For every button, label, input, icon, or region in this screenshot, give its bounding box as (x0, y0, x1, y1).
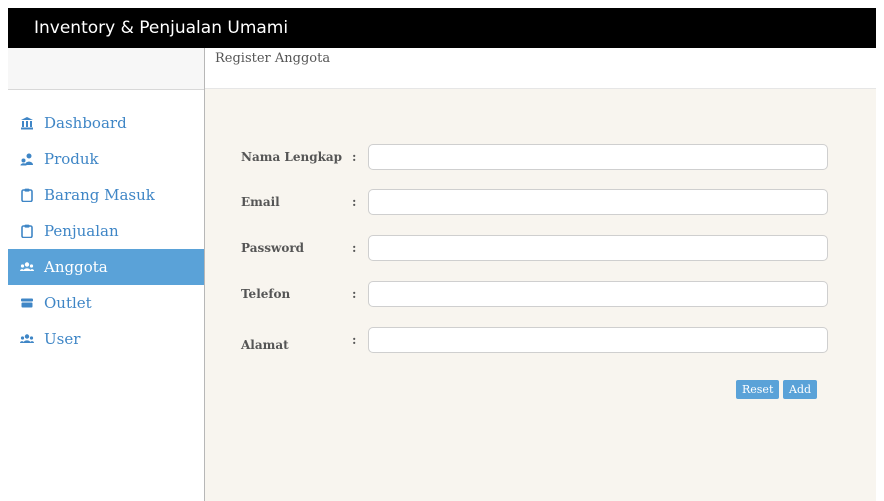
main-header: Register Anggota (205, 48, 876, 89)
field-colon: : (352, 150, 357, 164)
sidebar-item-user[interactable]: User (8, 321, 204, 357)
sidebar-menu: Dashboard Produk Barang Masuk Penjualan … (8, 105, 204, 357)
field-colon: : (352, 333, 357, 347)
sidebar-item-label: Dashboard (44, 114, 127, 132)
nama-lengkap-input[interactable] (368, 144, 828, 170)
form-row-password: Password : (205, 235, 876, 263)
clipboard-icon (18, 187, 36, 203)
field-colon: : (352, 241, 357, 255)
group-icon (18, 331, 36, 347)
field-colon: : (352, 287, 357, 301)
form-row-nama-lengkap: Nama Lengkap : (205, 144, 876, 172)
sidebar-item-label: Produk (44, 150, 99, 168)
sidebar-item-label: User (44, 330, 81, 348)
users-icon (18, 151, 36, 167)
sidebar-item-outlet[interactable]: Outlet (8, 285, 204, 321)
sidebar-item-anggota[interactable]: Anggota (8, 249, 204, 285)
alamat-label: Alamat (241, 338, 289, 352)
sidebar-item-label: Anggota (44, 258, 108, 276)
sidebar-item-label: Barang Masuk (44, 186, 155, 204)
email-label: Email (241, 195, 280, 209)
register-form: Nama Lengkap : Email : Password : Telefo… (205, 89, 876, 501)
form-row-telefon: Telefon : (205, 281, 876, 309)
sidebar-header (8, 48, 204, 90)
clipboard-icon (18, 223, 36, 239)
sidebar-item-label: Outlet (44, 294, 92, 312)
field-colon: : (352, 195, 357, 209)
password-input[interactable] (368, 235, 828, 261)
sidebar-item-produk[interactable]: Produk (8, 141, 204, 177)
reset-button[interactable]: Reset (736, 380, 780, 399)
telefon-label: Telefon (241, 287, 291, 301)
group-icon (18, 259, 36, 275)
alamat-input[interactable] (368, 327, 828, 353)
add-button[interactable]: Add (783, 380, 818, 399)
form-row-alamat: Alamat : (205, 327, 876, 355)
bank-icon (18, 115, 36, 131)
email-input[interactable] (368, 189, 828, 215)
sidebar-item-dashboard[interactable]: Dashboard (8, 105, 204, 141)
sidebar: Dashboard Produk Barang Masuk Penjualan … (8, 48, 205, 501)
store-icon (18, 295, 36, 311)
app-title: Inventory & Penjualan Umami (34, 18, 289, 38)
sidebar-item-penjualan[interactable]: Penjualan (8, 213, 204, 249)
form-row-email: Email : (205, 189, 876, 217)
password-label: Password (241, 241, 305, 255)
telefon-input[interactable] (368, 281, 828, 307)
sidebar-item-barang-masuk[interactable]: Barang Masuk (8, 177, 204, 213)
page-title: Register Anggota (215, 51, 331, 66)
app-title-bar: Inventory & Penjualan Umami (8, 8, 876, 48)
sidebar-item-label: Penjualan (44, 222, 119, 240)
nama-lengkap-label: Nama Lengkap (241, 150, 343, 164)
